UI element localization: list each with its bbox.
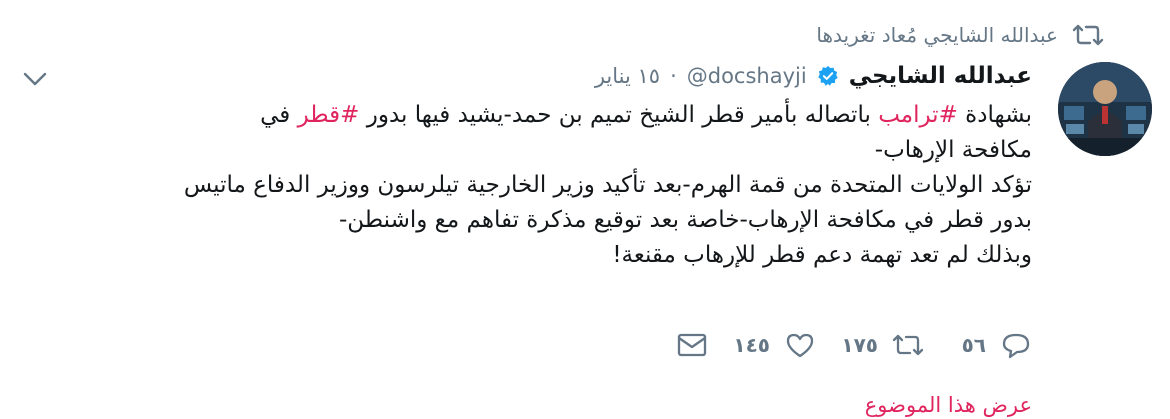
tweet-text-segment: بدور قطر في مكافحة الإرهاب-خاصة بعد توقي… — [338, 207, 1032, 233]
hashtag-link[interactable]: #ترامب — [878, 102, 958, 128]
reply-count: ٥٦ — [961, 333, 986, 357]
tweet-text-line: تؤكد الولايات المتحدة من قمة الهرم-بعد ت… — [22, 168, 1032, 203]
like-action[interactable]: ١٤٥ — [708, 330, 816, 360]
message-action[interactable] — [600, 330, 708, 360]
tweet-text-segment: مكافحة الإرهاب- — [874, 137, 1032, 163]
tweet[interactable]: عبدالله الشايجي @docshayji · ١٥ يناير بش… — [22, 54, 1032, 273]
envelope-icon — [677, 333, 707, 357]
tweet-text-segment: باتصاله بأمير قطر الشيخ تميم بن حمد-يشيد… — [359, 102, 879, 128]
header-separator: · — [670, 64, 677, 88]
tweet-text-segment: تؤكد الولايات المتحدة من قمة الهرم-بعد ت… — [183, 172, 1032, 198]
retweet-icon — [892, 334, 924, 356]
retweet-icon — [1072, 24, 1104, 46]
reply-action[interactable]: ٥٦ — [924, 330, 1032, 360]
verified-badge-icon — [817, 65, 838, 86]
tweet-text-segment: وبذلك لم تعد تهمة دعم قطر للإرهاب مقنعة! — [612, 242, 1032, 268]
retweet-context: عبدالله الشايجي مُعاد تغريدها — [816, 22, 1104, 48]
heart-icon — [786, 333, 814, 358]
author-name[interactable]: عبدالله الشايجي — [849, 63, 1032, 89]
avatar-image — [1058, 62, 1152, 156]
tweet-text-line: بشهادة #ترامب باتصاله بأمير قطر الشيخ تم… — [22, 98, 1032, 133]
author-handle[interactable]: @docshayji — [687, 64, 807, 88]
tweet-text: بشهادة #ترامب باتصاله بأمير قطر الشيخ تم… — [22, 98, 1032, 273]
reply-icon — [1002, 333, 1030, 359]
avatar[interactable] — [1058, 62, 1152, 156]
retweet-action[interactable]: ١٧٥ — [816, 330, 924, 360]
retweet-context-text: عبدالله الشايجي مُعاد تغريدها — [816, 23, 1058, 47]
show-thread-link[interactable]: عرض هذا الموضوع — [865, 393, 1032, 417]
retweet-count: ١٧٥ — [841, 333, 878, 357]
tweet-text-line: مكافحة الإرهاب- — [22, 133, 1032, 168]
tweet-header: عبدالله الشايجي @docshayji · ١٥ يناير — [22, 54, 1032, 98]
tweet-text-segment: بشهادة — [957, 102, 1032, 128]
hashtag-link[interactable]: #قطر — [298, 102, 360, 128]
like-count: ١٤٥ — [733, 333, 770, 357]
tweet-actions: ٥٦ ١٧٥ ١٤٥ — [600, 330, 1032, 360]
tweet-text-line: وبذلك لم تعد تهمة دعم قطر للإرهاب مقنعة! — [22, 238, 1032, 273]
tweet-date[interactable]: ١٥ يناير — [595, 64, 660, 88]
tweet-text-line: بدور قطر في مكافحة الإرهاب-خاصة بعد توقي… — [22, 203, 1032, 238]
chevron-down-icon[interactable] — [22, 70, 48, 88]
tweet-text-segment: في — [260, 102, 298, 128]
